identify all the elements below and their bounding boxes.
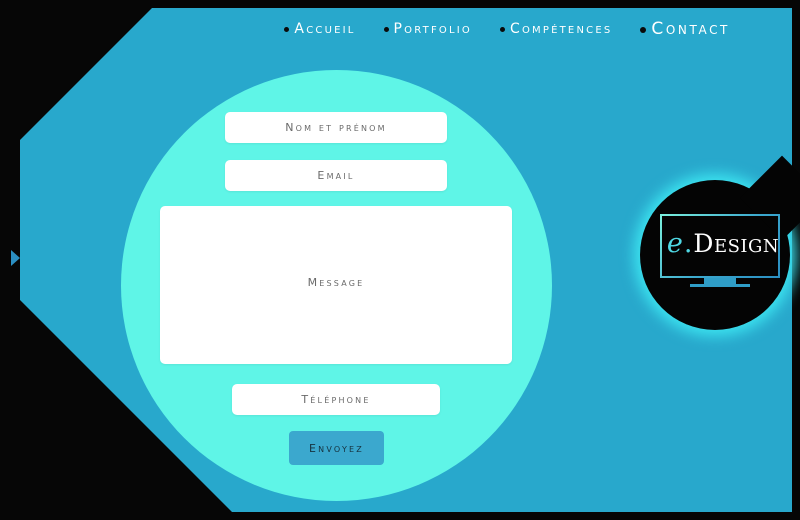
- bullet-dot-icon: [640, 26, 647, 33]
- bullet-dot-icon: [383, 27, 389, 32]
- submit-button[interactable]: Envoyez: [289, 431, 384, 465]
- nav-item-label: Accueil: [294, 21, 356, 37]
- nav-item-label: Portfolio: [393, 21, 472, 37]
- nav-item-accueil[interactable]: Accueil: [284, 22, 355, 36]
- logo-mark-e: e: [666, 228, 683, 259]
- bullet-dot-icon: [284, 27, 290, 32]
- nav-item-contact[interactable]: Contact: [640, 18, 730, 39]
- logo-content: e . Design: [634, 174, 796, 336]
- logo-separator-dot: .: [683, 228, 693, 259]
- phone-input[interactable]: [232, 384, 440, 415]
- email-input[interactable]: [225, 160, 447, 191]
- nav-item-competences[interactable]: Compétences: [500, 22, 612, 36]
- logo-wordmark: e . Design: [648, 230, 798, 257]
- logo-word-design: Design: [693, 229, 780, 258]
- main-navigation: Accueil Portfolio Compétences Contact: [0, 12, 800, 46]
- message-textarea[interactable]: [160, 206, 512, 364]
- page-root: Accueil Portfolio Compétences Contact En…: [0, 0, 800, 520]
- nav-item-label: Contact: [651, 18, 730, 39]
- bullet-dot-icon: [500, 27, 505, 32]
- brand-logo[interactable]: e . Design: [634, 155, 800, 336]
- chevron-right-icon[interactable]: [11, 250, 20, 266]
- monitor-base: [690, 284, 750, 287]
- nav-item-portfolio[interactable]: Portfolio: [383, 21, 472, 37]
- nav-item-label: Compétences: [510, 21, 613, 37]
- name-input[interactable]: [225, 112, 447, 143]
